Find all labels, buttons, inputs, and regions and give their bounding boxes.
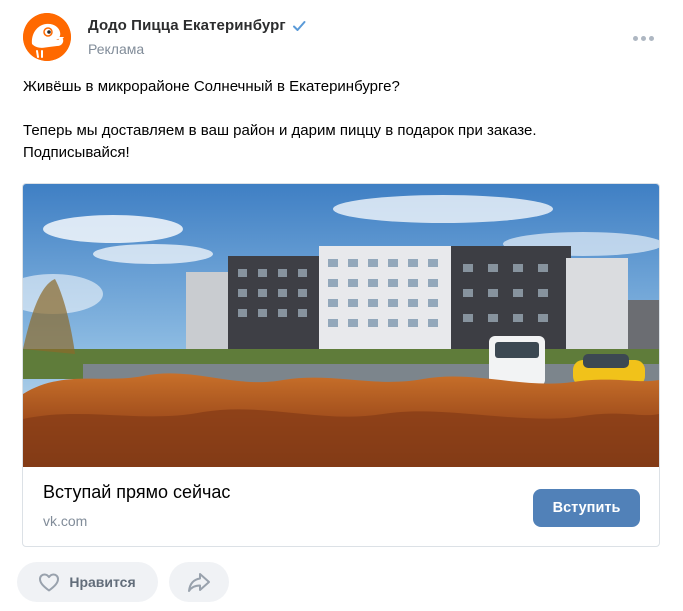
heart-icon <box>39 573 60 592</box>
author-name[interactable]: Додо Пицца Екатеринбург <box>88 17 306 34</box>
ad-label: Реклама <box>88 41 145 57</box>
dodo-logo-avatar[interactable] <box>23 13 71 61</box>
share-arrow-icon <box>188 573 210 592</box>
post-actions: Нравится <box>17 562 229 602</box>
join-button[interactable]: Вступить <box>533 489 640 527</box>
card-domain: vk.com <box>43 513 88 529</box>
post-text-line: Теперь мы доставляем в ваш район и дарим… <box>23 122 537 139</box>
dodo-bird-icon <box>23 13 71 61</box>
ad-card[interactable]: Вступай прямо сейчас vk.com Вступить <box>22 183 660 547</box>
district-photo[interactable] <box>23 184 659 467</box>
more-dots-icon[interactable] <box>633 33 655 43</box>
like-label: Нравится <box>69 574 136 590</box>
post-text-line: Подписывайся! <box>23 144 130 161</box>
share-button[interactable] <box>169 562 229 602</box>
ad-post: Додо Пицца Екатеринбург Реклама Живёшь в… <box>0 0 683 611</box>
post-text: Живёшь в микрорайоне Солнечный в Екатери… <box>23 76 653 164</box>
post-text-line: Живёшь в микрорайоне Солнечный в Екатери… <box>23 78 400 95</box>
author-name-text[interactable]: Додо Пицца Екатеринбург <box>88 17 286 34</box>
like-button[interactable]: Нравится <box>17 562 158 602</box>
card-title: Вступай прямо сейчас <box>43 482 231 502</box>
checkmark-icon <box>292 20 306 31</box>
